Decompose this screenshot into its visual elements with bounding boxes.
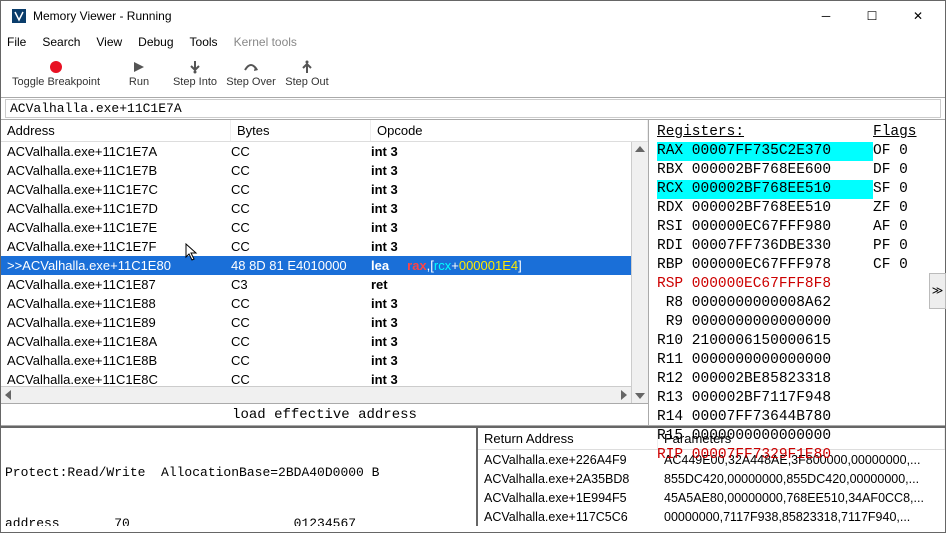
menu-bar: File Search View Debug Tools Kernel tool… (1, 31, 945, 53)
window-title: Memory Viewer - Running (33, 9, 803, 23)
hex-header-line: address 70 01234567 (5, 515, 472, 526)
registers-title: Registers: (657, 124, 873, 140)
register-row[interactable]: R9 0000000000000000 (657, 313, 873, 332)
horizontal-scrollbar[interactable] (1, 386, 631, 403)
address-input[interactable] (5, 99, 941, 118)
run-button[interactable]: Run (111, 55, 167, 88)
register-row[interactable]: R12 000002BE85823318 (657, 370, 873, 389)
hex-dump-panel[interactable]: Protect:Read/Write AllocationBase=2BDA40… (1, 428, 478, 526)
address-bar (1, 98, 945, 120)
register-row[interactable]: RDI 00007FF736DBE330 (657, 237, 873, 256)
register-row[interactable]: RAX 00007FF735C2E370 (657, 142, 873, 161)
register-row[interactable]: R14 00007FF73644B780 (657, 408, 873, 427)
disassembly-row[interactable]: ACValhalla.exe+11C1E8CCCint 3 (1, 370, 631, 386)
stack-row[interactable]: ACValhalla.exe+117C5C600000000,7117F938,… (478, 507, 945, 526)
disassembly-row[interactable]: ACValhalla.exe+11C1E87C3ret (1, 275, 631, 294)
step-into-button[interactable]: Step Into (167, 55, 223, 88)
register-row[interactable]: RDX 000002BF768EE510 (657, 199, 873, 218)
toolbar: Toggle Breakpoint Run Step Into Step Ove… (1, 53, 945, 98)
stack-row[interactable]: ACValhalla.exe+1E994F545A5AE80,00000000,… (478, 488, 945, 507)
title-bar: Memory Viewer - Running ─ ☐ ✕ (1, 1, 945, 31)
flag-row[interactable]: OF 0 (873, 142, 941, 161)
column-header-return-address[interactable]: Return Address (478, 428, 658, 449)
disassembly-row[interactable]: ACValhalla.exe+11C1E8ACCint 3 (1, 332, 631, 351)
register-row[interactable]: RCX 000002BF768EE510 (657, 180, 873, 199)
disassembly-row[interactable]: ACValhalla.exe+11C1E7ECCint 3 (1, 218, 631, 237)
menu-kernel-tools[interactable]: Kernel tools (234, 35, 297, 49)
vertical-scrollbar[interactable] (631, 142, 648, 403)
flag-row[interactable]: PF 0 (873, 237, 941, 256)
stack-row[interactable]: ACValhalla.exe+2A35BD8855DC420,00000000,… (478, 469, 945, 488)
disassembly-row[interactable]: ACValhalla.exe+11C1E7FCCint 3 (1, 237, 631, 256)
step-over-icon (243, 58, 259, 76)
disassembly-row[interactable]: ACValhalla.exe+11C1E7ACCint 3 (1, 142, 631, 161)
registers-panel: Registers: RAX 00007FF735C2E370RBX 00000… (649, 120, 945, 425)
flag-row[interactable]: AF 0 (873, 218, 941, 237)
step-into-icon (188, 58, 202, 76)
maximize-button[interactable]: ☐ (849, 1, 895, 31)
menu-debug[interactable]: Debug (138, 35, 173, 49)
register-row[interactable]: R15 0000000000000000 (657, 427, 873, 446)
step-out-button[interactable]: Step Out (279, 55, 335, 88)
disassembly-row[interactable]: >>ACValhalla.exe+11C1E8048 8D 81 E401000… (1, 256, 631, 275)
step-out-icon (300, 58, 314, 76)
register-row[interactable]: RBX 000002BF768EE600 (657, 161, 873, 180)
register-list[interactable]: RAX 00007FF735C2E370RBX 000002BF768EE600… (657, 142, 873, 465)
register-row[interactable]: RSP 000000EC67FFF8F8 (657, 275, 873, 294)
flag-row[interactable]: SF 0 (873, 180, 941, 199)
menu-search[interactable]: Search (42, 35, 80, 49)
register-row[interactable]: R8 0000000000008A62 (657, 294, 873, 313)
toggle-breakpoint-button[interactable]: Toggle Breakpoint (1, 55, 111, 88)
register-row[interactable]: R13 000002BF7117F948 (657, 389, 873, 408)
register-row[interactable]: RIP 00007FF7329F1E80 (657, 446, 873, 465)
flags-title: Flags (873, 124, 941, 140)
register-row[interactable]: R10 2100006150000615 (657, 332, 873, 351)
instruction-info: load effective address (1, 403, 648, 425)
column-header-opcode[interactable]: Opcode (371, 120, 648, 141)
close-button[interactable]: ✕ (895, 1, 941, 31)
flag-row[interactable]: DF 0 (873, 161, 941, 180)
disassembly-row[interactable]: ACValhalla.exe+11C1E7DCCint 3 (1, 199, 631, 218)
register-row[interactable]: RBP 000000EC67FFF978 (657, 256, 873, 275)
menu-tools[interactable]: Tools (190, 35, 218, 49)
flags-list[interactable]: OF 0DF 0SF 0ZF 0AF 0PF 0CF 0 (873, 142, 941, 275)
flag-row[interactable]: ZF 0 (873, 199, 941, 218)
disassembly-row[interactable]: ACValhalla.exe+11C1E7CCCint 3 (1, 180, 631, 199)
step-over-button[interactable]: Step Over (223, 55, 279, 88)
column-header-bytes[interactable]: Bytes (231, 120, 371, 141)
disassembly-rows[interactable]: ACValhalla.exe+11C1E7ACCint 3ACValhalla.… (1, 142, 631, 386)
disassembly-row[interactable]: ACValhalla.exe+11C1E8BCCint 3 (1, 351, 631, 370)
disassembly-row[interactable]: ACValhalla.exe+11C1E88CCint 3 (1, 294, 631, 313)
menu-file[interactable]: File (7, 35, 26, 49)
disassembly-row[interactable]: ACValhalla.exe+11C1E7BCCint 3 (1, 161, 631, 180)
register-row[interactable]: RSI 000000EC67FFF980 (657, 218, 873, 237)
disassembly-panel: Address Bytes Opcode ACValhalla.exe+11C1… (1, 120, 649, 425)
breakpoint-icon (50, 58, 62, 76)
disassembly-columns-header: Address Bytes Opcode (1, 120, 648, 142)
register-row[interactable]: R11 0000000000000000 (657, 351, 873, 370)
menu-view[interactable]: View (96, 35, 122, 49)
collapse-registers-button[interactable]: ≫ (929, 273, 946, 309)
disassembly-row[interactable]: ACValhalla.exe+11C1E89CCint 3 (1, 313, 631, 332)
hex-info-line: Protect:Read/Write AllocationBase=2BDA40… (5, 464, 472, 481)
column-header-address[interactable]: Address (1, 120, 231, 141)
minimize-button[interactable]: ─ (803, 1, 849, 31)
play-icon (133, 58, 145, 76)
app-icon (11, 8, 27, 24)
